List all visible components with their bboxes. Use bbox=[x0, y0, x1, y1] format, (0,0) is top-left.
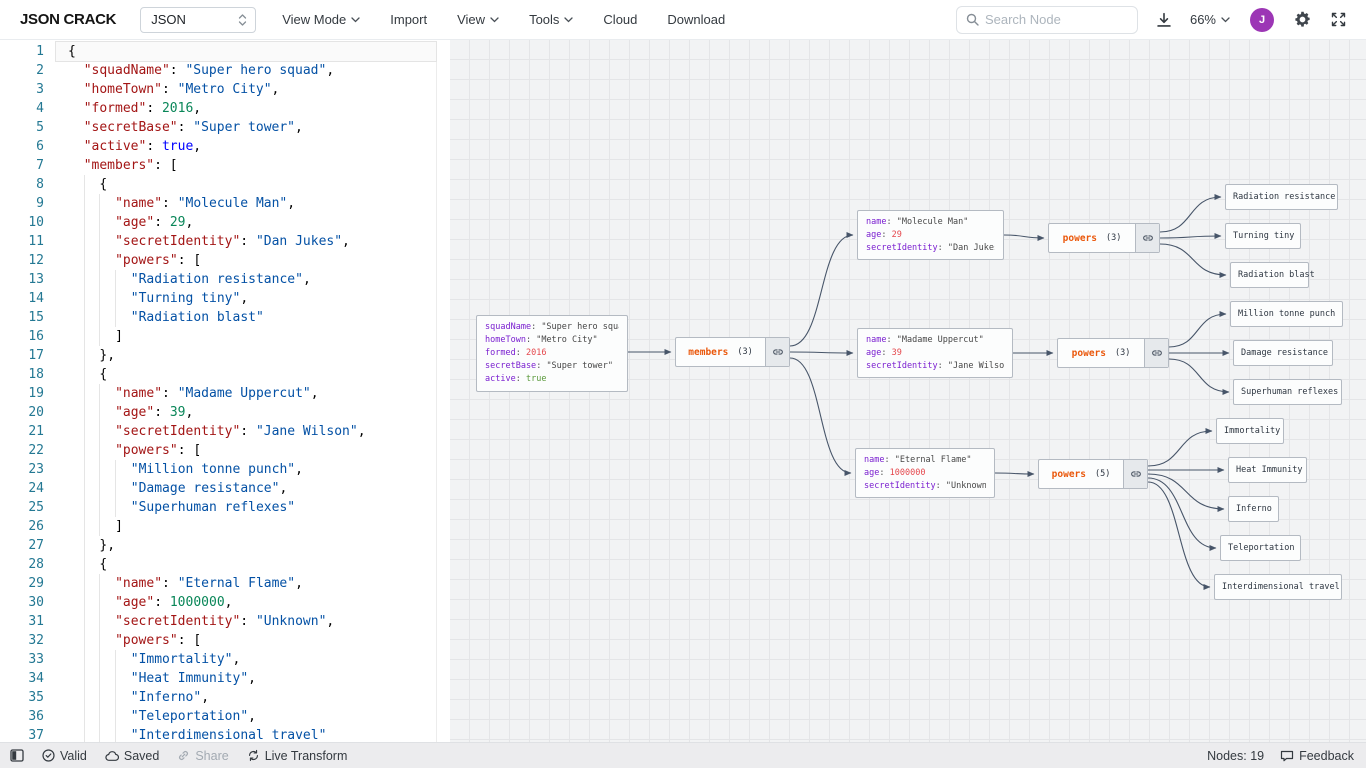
editor-line[interactable]: 23"Million tonne punch", bbox=[0, 460, 436, 479]
editor-line[interactable]: 17}, bbox=[0, 346, 436, 365]
graph-node-leaf[interactable]: Inferno bbox=[1228, 496, 1279, 522]
graph-node-m2[interactable]: name: "Madame Uppercut"age: 39secretIden… bbox=[857, 328, 1013, 378]
format-select[interactable]: JSON bbox=[140, 7, 256, 33]
link-icon bbox=[177, 749, 190, 762]
menu-item-tools[interactable]: Tools bbox=[529, 12, 573, 27]
collapse-link-icon[interactable] bbox=[1123, 460, 1147, 488]
saved-status-button[interactable]: Saved bbox=[105, 749, 159, 763]
editor-line[interactable]: 20"age": 39, bbox=[0, 403, 436, 422]
editor-line[interactable]: 13"Radiation resistance", bbox=[0, 270, 436, 289]
editor-line[interactable]: 19"name": "Madame Uppercut", bbox=[0, 384, 436, 403]
editor-line[interactable]: 28{ bbox=[0, 555, 436, 574]
editor-line[interactable]: 37"Interdimensional travel" bbox=[0, 726, 436, 742]
editor-line[interactable]: 36"Teleportation", bbox=[0, 707, 436, 726]
search-icon bbox=[966, 13, 979, 26]
collapse-link-icon[interactable] bbox=[765, 338, 789, 366]
search-node-input[interactable] bbox=[985, 12, 1129, 27]
editor-line[interactable]: 26] bbox=[0, 517, 436, 536]
editor-line[interactable]: 34"Heat Immunity", bbox=[0, 669, 436, 688]
editor-line[interactable]: 9"name": "Molecule Man", bbox=[0, 194, 436, 213]
collapse-link-icon[interactable] bbox=[1144, 339, 1168, 367]
app-logo: JSON CRACK bbox=[20, 11, 116, 28]
main-menu: View Mode Import View Tools Cloud Download bbox=[282, 12, 725, 27]
graph-node-leaf[interactable]: Radiation blast bbox=[1230, 262, 1309, 288]
editor-line[interactable]: 15"Radiation blast" bbox=[0, 308, 436, 327]
refresh-cycle-icon bbox=[247, 749, 260, 762]
menu-item-view-mode[interactable]: View Mode bbox=[282, 12, 360, 27]
graph-node-p2[interactable]: powers(3) bbox=[1057, 338, 1169, 368]
graph-node-leaf[interactable]: Teleportation bbox=[1220, 535, 1301, 561]
zoom-level-dropdown[interactable]: 66% bbox=[1190, 12, 1230, 27]
collapse-link-icon[interactable] bbox=[1135, 224, 1159, 252]
graph-node-m3[interactable]: name: "Eternal Flame"age: 1000000secretI… bbox=[855, 448, 995, 498]
editor-line[interactable]: 18{ bbox=[0, 365, 436, 384]
cloud-icon bbox=[105, 750, 119, 762]
graph-node-leaf[interactable]: Damage resistance bbox=[1233, 340, 1333, 366]
graph-node-leaf[interactable]: Interdimensional travel bbox=[1214, 574, 1342, 600]
menu-item-import[interactable]: Import bbox=[390, 12, 427, 27]
graph-node-leaf[interactable]: Immortality bbox=[1216, 418, 1284, 444]
feedback-chat-icon bbox=[1280, 750, 1294, 762]
graph-node-leaf[interactable]: Radiation resistance bbox=[1225, 184, 1338, 210]
editor-line[interactable]: 2"squadName": "Super hero squad", bbox=[0, 61, 436, 80]
validity-status: Valid bbox=[42, 749, 87, 763]
app-header: JSON CRACK JSON View Mode Import View Tools… bbox=[0, 0, 1366, 40]
editor-line[interactable]: 8{ bbox=[0, 175, 436, 194]
editor-line[interactable]: 3"homeTown": "Metro City", bbox=[0, 80, 436, 99]
editor-line[interactable]: 10"age": 29, bbox=[0, 213, 436, 232]
graph-node-leaf[interactable]: Heat Immunity bbox=[1228, 457, 1307, 483]
share-button[interactable]: Share bbox=[177, 749, 228, 763]
menu-item-cloud[interactable]: Cloud bbox=[603, 12, 637, 27]
graph-node-leaf[interactable]: Superhuman reflexes bbox=[1233, 379, 1342, 405]
download-image-icon[interactable] bbox=[1156, 12, 1172, 28]
graph-node-p5[interactable]: powers(5) bbox=[1038, 459, 1148, 489]
search-node-box[interactable] bbox=[956, 6, 1138, 34]
editor-line[interactable]: 22"powers": [ bbox=[0, 441, 436, 460]
status-bar: Valid Saved Share Live Transform N bbox=[0, 742, 1366, 768]
format-select-value: JSON bbox=[151, 12, 186, 27]
graph-node-members[interactable]: members(3) bbox=[675, 337, 790, 367]
editor-line[interactable]: 30"age": 1000000, bbox=[0, 593, 436, 612]
editor-line[interactable]: 27}, bbox=[0, 536, 436, 555]
json-editor[interactable]: 1{2"squadName": "Super hero squad",3"hom… bbox=[0, 40, 450, 742]
editor-line[interactable]: 1{ bbox=[0, 42, 436, 61]
live-transform-toggle[interactable]: Live Transform bbox=[247, 749, 348, 763]
zoom-level-value: 66% bbox=[1190, 12, 1216, 27]
editor-line[interactable]: 16] bbox=[0, 327, 436, 346]
menu-item-view[interactable]: View bbox=[457, 12, 499, 27]
editor-line[interactable]: 11"secretIdentity": "Dan Jukes", bbox=[0, 232, 436, 251]
editor-line[interactable]: 32"powers": [ bbox=[0, 631, 436, 650]
editor-line[interactable]: 35"Inferno", bbox=[0, 688, 436, 707]
editor-line[interactable]: 21"secretIdentity": "Jane Wilson", bbox=[0, 422, 436, 441]
graph-node-leaf[interactable]: Turning tiny bbox=[1225, 223, 1301, 249]
editor-line[interactable]: 25"Superhuman reflexes" bbox=[0, 498, 436, 517]
feedback-button[interactable]: Feedback bbox=[1280, 749, 1354, 763]
editor-line[interactable]: 31"secretIdentity": "Unknown", bbox=[0, 612, 436, 631]
editor-line[interactable]: 4"formed": 2016, bbox=[0, 99, 436, 118]
editor-line[interactable]: 12"powers": [ bbox=[0, 251, 436, 270]
check-circle-icon bbox=[42, 749, 55, 762]
nodes-count: Nodes: 19 bbox=[1207, 749, 1264, 763]
menu-item-download[interactable]: Download bbox=[667, 12, 725, 27]
graph-node-root[interactable]: squadName: "Super hero squad"homeTown: "… bbox=[476, 315, 628, 392]
editor-line[interactable]: 14"Turning tiny", bbox=[0, 289, 436, 308]
fullscreen-icon[interactable] bbox=[1331, 12, 1346, 27]
settings-gear-icon[interactable] bbox=[1294, 11, 1311, 28]
graph-canvas[interactable]: squadName: "Super hero squad"homeTown: "… bbox=[450, 40, 1366, 742]
editor-line[interactable]: 24"Damage resistance", bbox=[0, 479, 436, 498]
editor-line[interactable]: 6"active": true, bbox=[0, 137, 436, 156]
editor-line[interactable]: 5"secretBase": "Super tower", bbox=[0, 118, 436, 137]
editor-line[interactable]: 29"name": "Eternal Flame", bbox=[0, 574, 436, 593]
graph-node-p1[interactable]: powers(3) bbox=[1048, 223, 1160, 253]
editor-line[interactable]: 33"Immortality", bbox=[0, 650, 436, 669]
select-updown-icon bbox=[238, 13, 247, 27]
sidebar-toggle-icon[interactable] bbox=[10, 749, 24, 762]
graph-node-leaf[interactable]: Million tonne punch bbox=[1230, 301, 1343, 327]
editor-line[interactable]: 7"members": [ bbox=[0, 156, 436, 175]
user-avatar[interactable]: J bbox=[1250, 8, 1274, 32]
graph-node-m1[interactable]: name: "Molecule Man"age: 29secretIdentit… bbox=[857, 210, 1004, 260]
